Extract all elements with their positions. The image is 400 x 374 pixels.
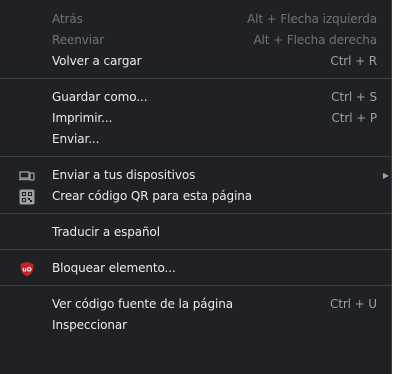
svg-text:uO: uO [22,267,31,274]
menu-item-translate[interactable]: Traducir a español [0,222,391,243]
menu-item-shortcut: Ctrl + R [330,54,377,68]
menu-item-shortcut: Ctrl + P [331,111,378,125]
menu-item-forward: Reenviar Alt + Flecha derecha [0,30,391,51]
menu-item-shortcut: Ctrl + U [329,297,377,311]
menu-separator [0,78,391,79]
menu-item-shortcut: Alt + Flecha derecha [253,33,377,47]
menu-separator [0,156,391,157]
menu-item-label: Enviar... [52,132,100,146]
menu-item-view-source[interactable]: Ver código fuente de la página Ctrl + U [0,294,391,315]
menu-item-send-to-devices[interactable]: Enviar a tus dispositivos ▶ [0,165,391,186]
menu-item-label: Enviar a tus dispositivos [52,168,196,182]
qr-code-icon [19,189,35,205]
menu-item-label: Guardar como... [52,90,148,104]
menu-item-label: Volver a cargar [52,54,142,68]
menu-item-label: Crear código QR para esta página [52,189,253,203]
menu-item-inspect[interactable]: Inspeccionar [0,315,391,336]
menu-item-block-element[interactable]: uO Bloquear elemento... [0,258,391,279]
menu-separator [0,249,391,250]
menu-separator [0,213,391,214]
menu-item-back: Atrás Alt + Flecha izquierda [0,9,391,30]
menu-item-shortcut: Alt + Flecha izquierda [247,12,377,26]
context-menu: Atrás Alt + Flecha izquierda Reenviar Al… [0,0,392,374]
menu-item-label: Imprimir... [52,111,113,125]
menu-item-label: Reenviar [52,33,105,47]
menu-item-create-qr-code[interactable]: Crear código QR para esta página [0,186,391,207]
menu-separator [0,285,391,286]
devices-icon [19,168,35,184]
menu-item-shortcut: Ctrl + S [331,90,377,104]
menu-item-send[interactable]: Enviar... [0,129,391,150]
menu-item-label: Bloquear elemento... [52,261,176,275]
menu-item-label: Ver código fuente de la página [52,297,233,311]
menu-item-label: Traducir a español [52,225,161,239]
ublock-origin-icon: uO [19,261,35,277]
menu-item-print[interactable]: Imprimir... Ctrl + P [0,108,391,129]
menu-item-label: Inspeccionar [52,318,127,332]
submenu-arrow-icon: ▶ [382,171,389,180]
menu-item-save-as[interactable]: Guardar como... Ctrl + S [0,87,391,108]
menu-item-reload[interactable]: Volver a cargar Ctrl + R [0,51,391,72]
menu-item-label: Atrás [52,12,83,26]
